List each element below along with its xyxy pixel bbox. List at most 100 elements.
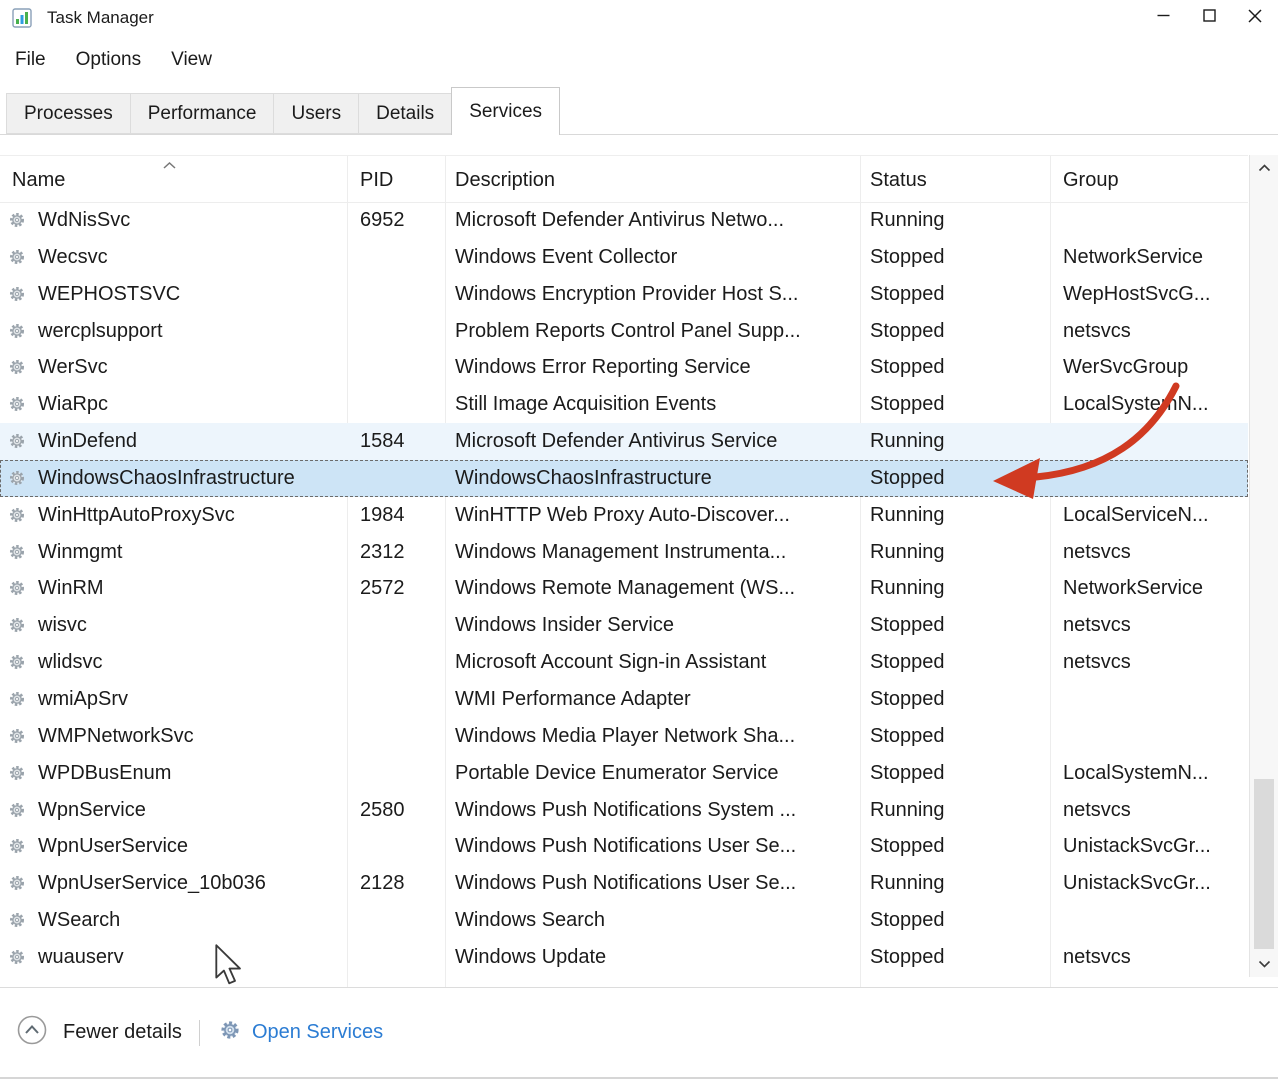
service-status: Stopped — [870, 460, 1045, 497]
column-header-status[interactable]: Status — [870, 156, 927, 202]
chevron-up-icon — [1258, 159, 1271, 177]
service-description: Windows Media Player Network Sha... — [455, 718, 855, 755]
service-description: Windows Event Collector — [455, 239, 855, 276]
service-description: Windows Insider Service — [455, 607, 855, 644]
service-status: Running — [870, 423, 1045, 460]
service-gear-icon — [8, 432, 26, 450]
service-pid — [360, 902, 442, 939]
service-pid — [360, 313, 442, 350]
service-gear-icon — [8, 469, 26, 487]
service-pid: 2572 — [360, 570, 442, 607]
service-row[interactable]: WpnService 2580 Windows Push Notificatio… — [0, 792, 1248, 829]
services-gear-icon — [219, 1019, 241, 1046]
column-header-description[interactable]: Description — [455, 156, 555, 202]
menu-options[interactable]: Options — [61, 49, 156, 71]
scroll-down-button[interactable] — [1250, 951, 1278, 977]
minimize-button[interactable] — [1140, 0, 1186, 36]
service-gear-icon — [8, 727, 26, 745]
service-description: Microsoft Account Sign-in Assistant — [455, 644, 855, 681]
service-group: netsvcs — [1063, 644, 1243, 681]
vertical-scrollbar[interactable] — [1249, 155, 1278, 977]
maximize-button[interactable] — [1186, 0, 1232, 36]
service-row[interactable]: Wecsvc Windows Event Collector Stopped N… — [0, 239, 1248, 276]
service-row[interactable]: WpnUserService Windows Push Notification… — [0, 828, 1248, 865]
service-row[interactable]: WerSvc Windows Error Reporting Service S… — [0, 349, 1248, 386]
service-pid — [360, 276, 442, 313]
fewer-details-button[interactable]: Fewer details — [16, 1014, 182, 1051]
service-group: LocalServiceN... — [1063, 497, 1243, 534]
scrollbar-thumb[interactable] — [1254, 779, 1274, 949]
service-group: netsvcs — [1063, 607, 1243, 644]
service-name: wmiApSrv — [38, 681, 344, 718]
service-gear-icon — [8, 322, 26, 340]
service-group — [1063, 718, 1243, 755]
service-gear-icon — [8, 653, 26, 671]
service-pid — [360, 460, 442, 497]
service-gear-icon — [8, 579, 26, 597]
service-pid — [360, 828, 442, 865]
service-gear-icon — [8, 395, 26, 413]
service-row[interactable]: WpnUserService_10b036 2128 Windows Push … — [0, 865, 1248, 902]
service-group: netsvcs — [1063, 534, 1243, 571]
menu-view[interactable]: View — [156, 49, 227, 71]
service-pid — [360, 239, 442, 276]
tab-services[interactable]: Services — [451, 87, 560, 135]
service-pid — [360, 718, 442, 755]
tab-users[interactable]: Users — [273, 93, 359, 134]
footer-bar: Fewer details Open Services — [0, 987, 1278, 1077]
service-row[interactable]: WiaRpc Still Image Acquisition Events St… — [0, 386, 1248, 423]
service-pid — [360, 607, 442, 644]
service-row[interactable]: wlidsvc Microsoft Account Sign-in Assist… — [0, 644, 1248, 681]
service-name: WEPHOSTSVC — [38, 276, 344, 313]
close-button[interactable] — [1232, 0, 1278, 36]
service-status: Running — [870, 865, 1045, 902]
services-table: Name PID Description Status Group WdNisS… — [0, 155, 1248, 988]
service-row[interactable]: wmiApSrv WMI Performance Adapter Stopped — [0, 681, 1248, 718]
service-row[interactable]: WdNisSvc 6952 Microsoft Defender Antivir… — [0, 202, 1248, 239]
service-status: Stopped — [870, 939, 1045, 976]
open-services-link[interactable]: Open Services — [219, 1019, 383, 1046]
service-status: Stopped — [870, 386, 1045, 423]
tab-bar: Processes Performance Users Details Serv… — [0, 84, 1278, 135]
service-group: UnistackSvcGr... — [1063, 865, 1243, 902]
service-row[interactable]: wercplsupport Problem Reports Control Pa… — [0, 313, 1248, 350]
service-name: WpnUserService_10b036 — [38, 865, 344, 902]
service-row[interactable]: WindowsChaosInfrastructure WindowsChaosI… — [0, 460, 1248, 497]
service-row[interactable]: wisvc Windows Insider Service Stopped ne… — [0, 607, 1248, 644]
tab-details[interactable]: Details — [358, 93, 452, 134]
service-status: Stopped — [870, 313, 1045, 350]
service-gear-icon — [8, 801, 26, 819]
service-name: WpnUserService — [38, 828, 344, 865]
service-row[interactable]: WinHttpAutoProxySvc 1984 WinHTTP Web Pro… — [0, 497, 1248, 534]
service-status: Stopped — [870, 828, 1045, 865]
service-row[interactable]: WinRM 2572 Windows Remote Management (WS… — [0, 570, 1248, 607]
column-header-name[interactable]: Name — [12, 156, 65, 202]
service-row[interactable]: WMPNetworkSvc Windows Media Player Netwo… — [0, 718, 1248, 755]
tab-performance[interactable]: Performance — [130, 93, 275, 134]
service-description: WinHTTP Web Proxy Auto-Discover... — [455, 497, 855, 534]
service-pid: 2312 — [360, 534, 442, 571]
scroll-up-button[interactable] — [1250, 155, 1278, 181]
service-group — [1063, 681, 1243, 718]
service-status: Running — [870, 792, 1045, 829]
service-row[interactable]: WinDefend 1584 Microsoft Defender Antivi… — [0, 423, 1248, 460]
service-row[interactable]: Winmgmt 2312 Windows Management Instrume… — [0, 534, 1248, 571]
service-name: WiaRpc — [38, 386, 344, 423]
service-row[interactable]: WSearch Windows Search Stopped — [0, 902, 1248, 939]
chevron-down-icon — [1258, 955, 1271, 973]
service-row[interactable]: WPDBusEnum Portable Device Enumerator Se… — [0, 755, 1248, 792]
service-group: WepHostSvcG... — [1063, 276, 1243, 313]
minimize-icon — [1157, 9, 1170, 27]
service-gear-icon — [8, 358, 26, 376]
service-gear-icon — [8, 690, 26, 708]
service-name: WPDBusEnum — [38, 755, 344, 792]
column-header-pid[interactable]: PID — [360, 156, 393, 202]
service-pid: 2128 — [360, 865, 442, 902]
tab-processes[interactable]: Processes — [6, 93, 131, 134]
menu-bar: File Options View — [0, 36, 1278, 84]
service-row[interactable]: wuauserv Windows Update Stopped netsvcs — [0, 939, 1248, 976]
service-row[interactable]: WEPHOSTSVC Windows Encryption Provider H… — [0, 276, 1248, 313]
column-header-group[interactable]: Group — [1063, 156, 1119, 202]
service-group: LocalSystemN... — [1063, 755, 1243, 792]
menu-file[interactable]: File — [0, 49, 61, 71]
